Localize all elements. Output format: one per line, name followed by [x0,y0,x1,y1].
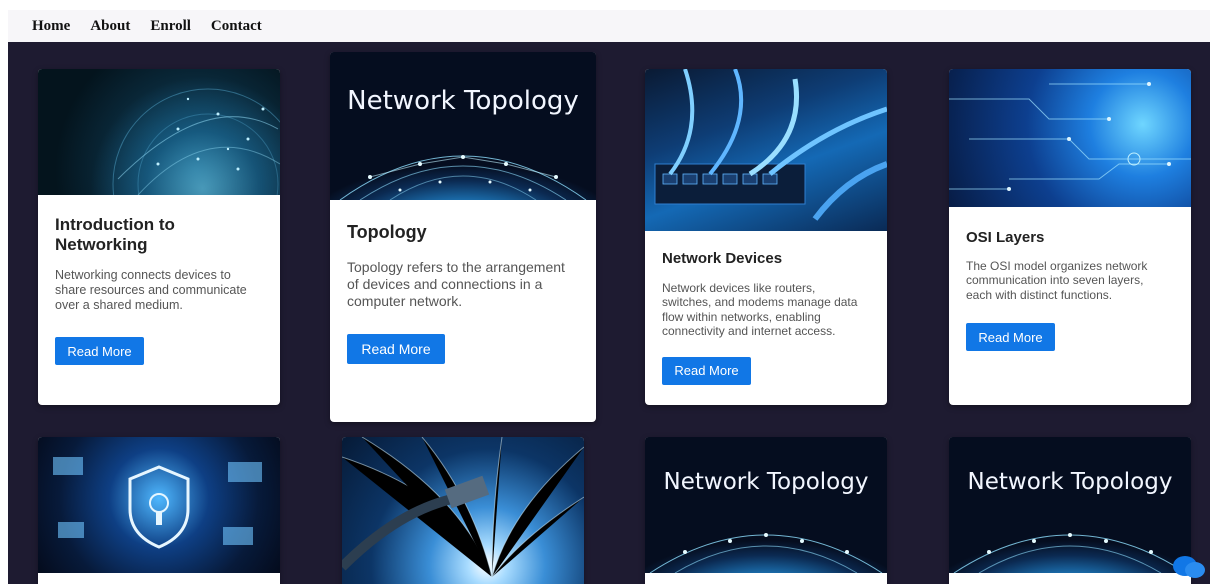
card-body: Topology Topology refers to the arrangem… [330,200,596,365]
read-more-button[interactable]: Read More [662,356,751,385]
card-network-devices: Network Devices Network devices like rou… [645,69,887,405]
switch-cables-graphic [654,69,887,221]
nav-contact-link[interactable]: Contact [211,18,262,35]
card-description: The OSI model organizes network communic… [966,259,1148,302]
read-more-button[interactable]: Read More [966,323,1055,352]
card-fiber-optics [342,437,584,584]
nav-home-link[interactable]: Home [32,18,70,35]
course-cards-section: Introduction to Networking Networking co… [8,42,1210,584]
network-mesh-graphic [953,533,1187,573]
nav-enroll-link[interactable]: Enroll [150,18,191,35]
security-shield-image [38,437,280,573]
network-topology-image: Network Topology [645,437,887,573]
nav-about-link[interactable]: About [90,18,130,35]
globe-network-image [38,69,280,195]
network-mesh-graphic [339,155,587,200]
card-introduction-to-networking: Introduction to Networking Networking co… [38,69,280,405]
card-body: OSI Layers The OSI model organizes netwo… [949,207,1191,352]
network-topology-image: Network Topology [949,437,1191,573]
fiber-cable-graphic [342,437,584,578]
read-more-button[interactable]: Read More [347,334,445,365]
card-description: Topology refers to the arrangement of de… [347,259,565,309]
network-topology-image: Network Topology [330,52,596,200]
card-network-topology-3: Network Topology [949,437,1191,584]
globe-network-graphic [112,88,280,195]
card-network-topology-2: Network Topology [645,437,887,584]
circuit-graphic [949,82,1191,191]
fiber-optic-cable-image [342,437,584,584]
card-security [38,437,280,584]
card-osi-layers: OSI Layers The OSI model organizes netwo… [949,69,1191,405]
card-title: OSI Layers [966,229,1045,246]
network-mesh-graphic [649,533,883,573]
card-title: Topology [347,222,427,242]
network-switch-cables-image [645,69,887,231]
card-body: Network Devices Network devices like rou… [645,231,887,385]
card-title: Network Devices [662,250,783,267]
card-description: Network devices like routers, switches, … [662,281,858,339]
card-title: Introduction to Networking [55,215,175,254]
card-description: Networking connects devices to share res… [55,268,247,312]
digital-circuit-image [949,69,1191,207]
read-more-button[interactable]: Read More [55,337,144,365]
card-topology: Network Topology Topology Topology refer… [330,52,596,422]
chat-bubble-icon[interactable] [1172,554,1206,580]
card-body: Introduction to Networking Networking co… [38,195,280,365]
top-navbar: Home About Enroll Contact [8,10,1210,42]
shield-icon [53,457,262,549]
